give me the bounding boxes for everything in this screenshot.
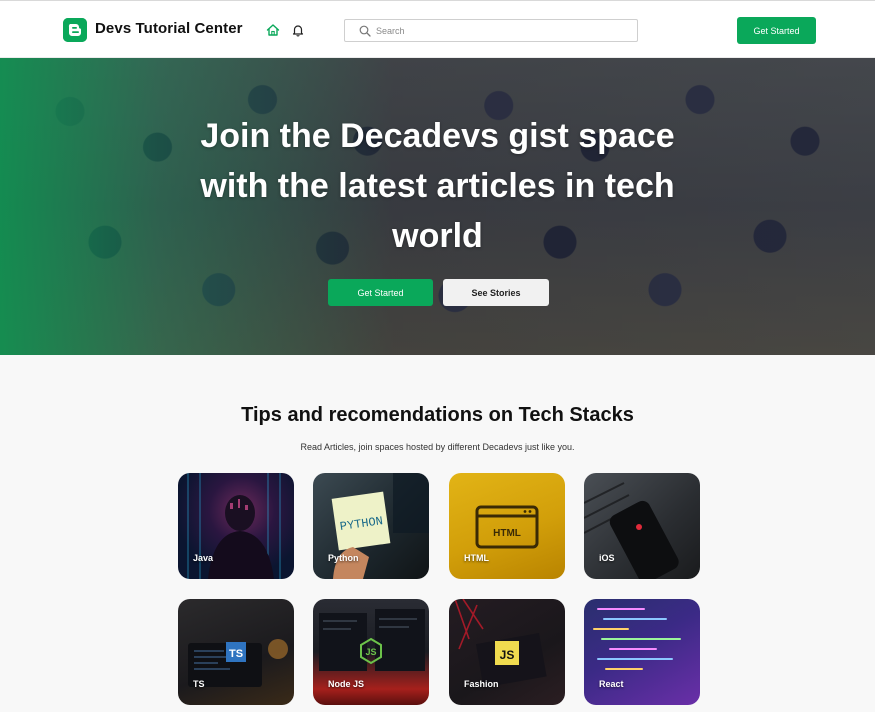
card-ts[interactable]: TS TS	[178, 599, 294, 705]
hero-banner: Join the Decadevs gist space with the la…	[0, 58, 875, 355]
blogger-logo-icon[interactable]	[63, 18, 87, 42]
react-code-image	[593, 608, 681, 670]
get-started-button[interactable]: Get Started	[737, 17, 816, 44]
search-input[interactable]	[376, 21, 626, 40]
html-window-image: HTML	[475, 505, 539, 549]
fashion-js-image: JS	[454, 599, 547, 688]
card-fashion[interactable]: JS Fashion	[449, 599, 565, 705]
card-label: React	[599, 679, 624, 689]
card-label: iOS	[599, 553, 615, 563]
html-window-text: HTML	[493, 528, 521, 539]
section-title: Tips and recomendations on Tech Stacks	[241, 404, 634, 426]
card-label: Python	[328, 553, 359, 563]
navbar: Devs Tutorial Center Get Started	[0, 1, 875, 58]
fashion-js-text: JS	[500, 648, 515, 662]
card-label: Java	[193, 553, 214, 563]
hacker-image	[187, 473, 281, 579]
hero-get-started-button[interactable]: Get Started	[328, 279, 433, 306]
card-node-js[interactable]: JS Node JS	[313, 599, 429, 705]
card-html[interactable]: HTML HTML	[449, 473, 565, 579]
typescript-laptop-image: TS	[188, 639, 288, 687]
card-label: Node JS	[328, 679, 365, 689]
ts-badge-text: TS	[229, 648, 243, 660]
see-stories-button[interactable]: See Stories	[443, 279, 549, 306]
bell-icon[interactable]	[291, 23, 305, 37]
nodejs-monitors-image: JS	[319, 609, 425, 671]
python-note-image: PYTHON	[331, 473, 429, 579]
node-logo-text: JS	[365, 647, 376, 657]
card-ios[interactable]: iOS	[584, 473, 700, 579]
search-bar	[344, 19, 638, 42]
card-label: HTML	[464, 553, 489, 563]
section-subtitle: Read Articles, join spaces hosted by dif…	[300, 442, 575, 452]
card-java[interactable]: Java	[178, 473, 294, 579]
search-icon	[359, 25, 371, 37]
hero-title: Join the Decadevs gist space with the la…	[200, 117, 675, 255]
card-label: TS	[193, 679, 205, 689]
brand-name[interactable]: Devs Tutorial Center	[95, 20, 243, 37]
card-label: Fashion	[464, 679, 499, 689]
card-python[interactable]: PYTHON Python	[313, 473, 429, 579]
home-icon[interactable]	[266, 23, 280, 37]
iphone-image	[584, 482, 679, 579]
card-react[interactable]: React	[584, 599, 700, 705]
